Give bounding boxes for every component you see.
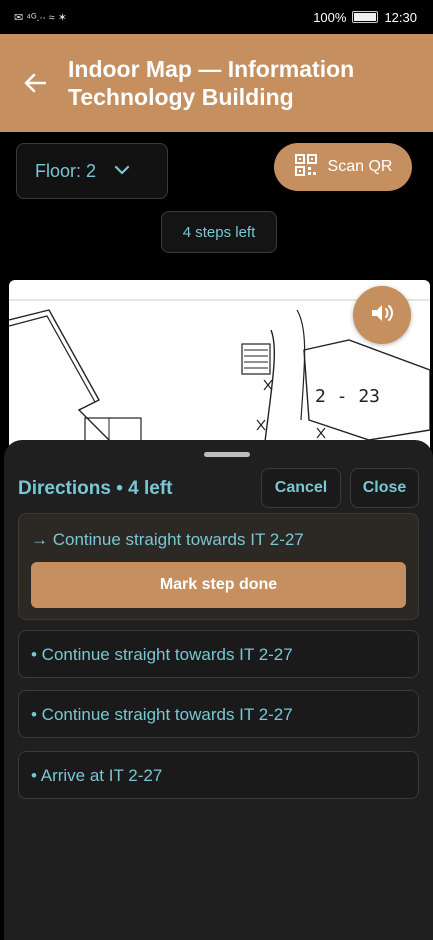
chevron-down-icon	[114, 162, 130, 180]
drag-handle[interactable]	[204, 452, 250, 457]
directions-sheet: Directions • 4 left Cancel Close → Conti…	[4, 440, 433, 940]
list-item[interactable]: • Arrive at IT 2-27	[18, 751, 419, 799]
app-header: Indoor Map — Information Technology Buil…	[0, 34, 433, 132]
active-step-card: → Continue straight towards IT 2-27 Mark…	[18, 513, 419, 620]
floor-label: Floor: 2	[35, 160, 97, 181]
cancel-button[interactable]: Cancel	[261, 468, 341, 508]
step-text: • Arrive at IT 2-27	[31, 766, 163, 785]
room-label: 2 - 23	[315, 386, 380, 407]
status-bar: ✉ ⁴ᴳ.∙∙ ≈ ✶ 100% 12:30	[0, 0, 433, 34]
scan-qr-label: Scan QR	[327, 158, 393, 175]
active-step-text: → Continue straight towards IT 2-27	[31, 530, 304, 549]
list-item[interactable]: • Continue straight towards IT 2-27	[18, 690, 419, 738]
scan-qr-button[interactable]: Scan QR	[274, 143, 412, 191]
clock: 12:30	[384, 9, 417, 25]
page-title: Indoor Map — Information Technology Buil…	[68, 56, 355, 110]
speaker-icon	[369, 302, 395, 329]
sound-toggle-button[interactable]	[353, 286, 411, 344]
status-icons: ✉ ⁴ᴳ.∙∙ ≈ ✶	[14, 11, 67, 24]
network-status-text: ✉ ⁴ᴳ.∙∙ ≈ ✶	[14, 11, 67, 24]
step-text: • Continue straight towards IT 2-27	[31, 645, 293, 664]
floor-dropdown[interactable]: Floor: 2	[16, 143, 168, 199]
steps-left-badge: 4 steps left	[161, 211, 277, 253]
list-item[interactable]: • Continue straight towards IT 2-27	[18, 630, 419, 678]
qr-code-icon	[294, 153, 318, 182]
close-button[interactable]: Close	[350, 468, 419, 508]
mark-step-done-button[interactable]: Mark step done	[31, 562, 406, 608]
directions-title: Directions • 4 left	[18, 478, 173, 499]
status-right: 100% 12:30	[313, 10, 417, 25]
battery-percentage: 100%	[313, 9, 347, 25]
step-text: • Continue straight towards IT 2-27	[31, 705, 293, 724]
battery-icon	[352, 11, 379, 23]
back-arrow-icon[interactable]	[18, 66, 52, 100]
